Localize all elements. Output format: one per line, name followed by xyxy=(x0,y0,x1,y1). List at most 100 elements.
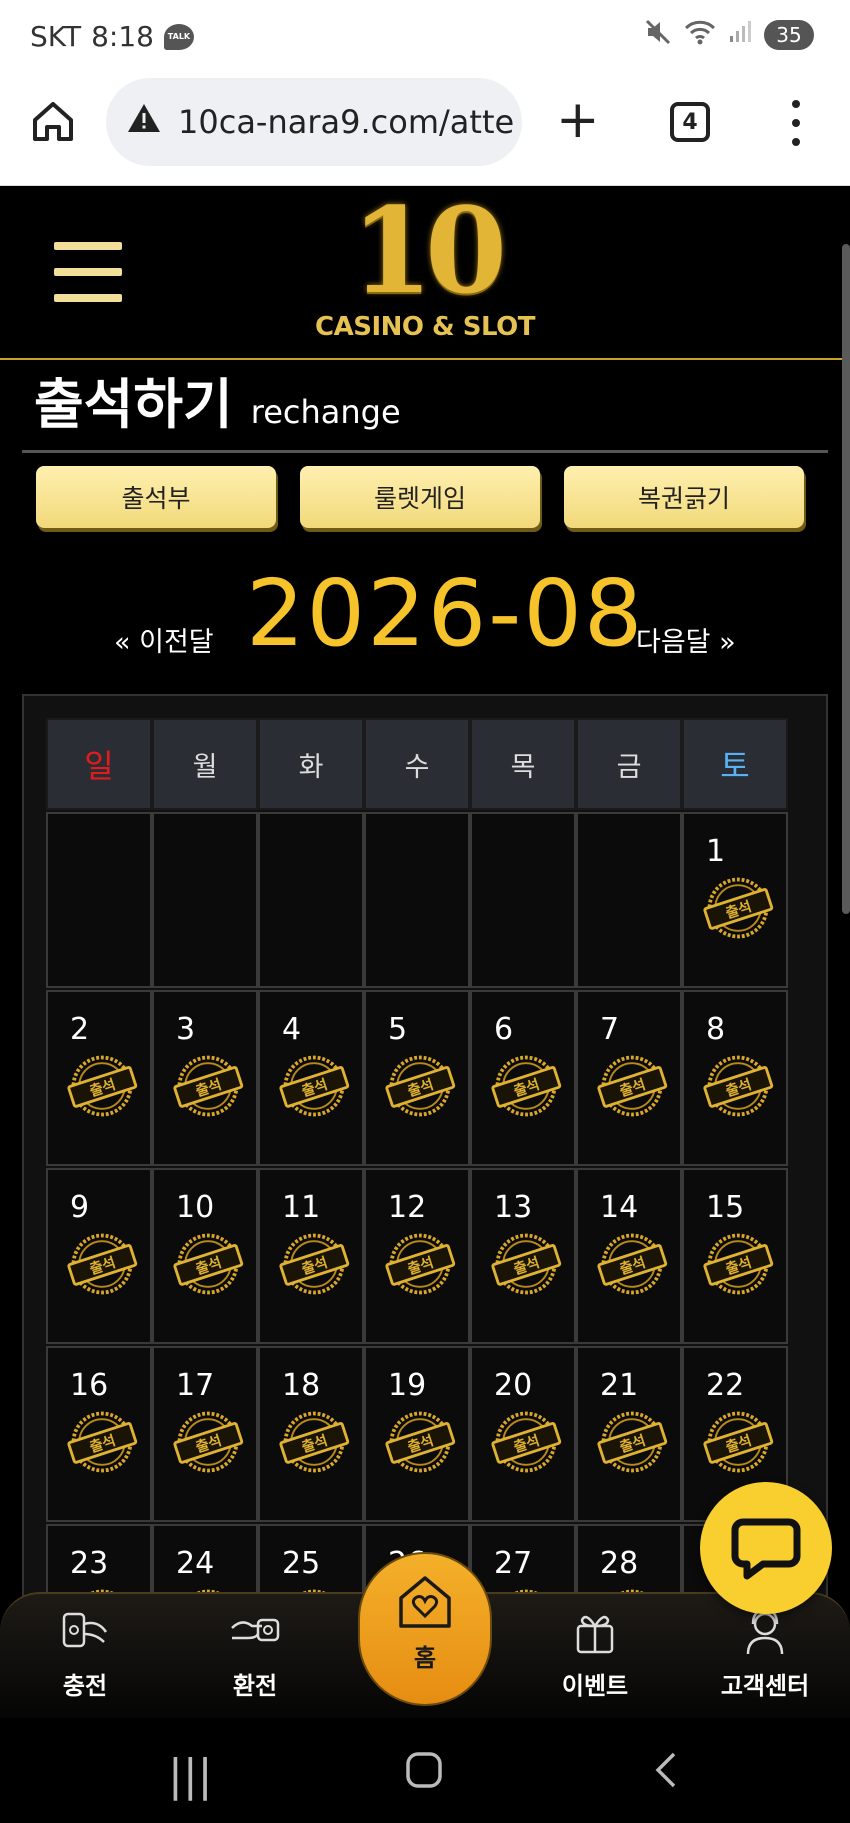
day-number: 11 xyxy=(282,1190,321,1225)
calendar-day: 6 출석 xyxy=(470,990,576,1166)
signal-icon xyxy=(728,20,752,50)
tab-roulette[interactable]: 룰렛게임 xyxy=(300,466,540,528)
day-number: 27 xyxy=(494,1546,533,1581)
nav-event[interactable]: 이벤트 xyxy=(530,1594,660,1720)
day-number: 15 xyxy=(706,1190,745,1225)
clock: 8:18 xyxy=(91,20,154,53)
attendance-stamp-icon: 출석 xyxy=(700,1404,776,1480)
current-month: 2026-08 xyxy=(246,560,645,667)
carrier: SKT xyxy=(30,20,82,53)
calendar-day: 4 출석 xyxy=(258,990,364,1166)
calendar-day: 13 출석 xyxy=(470,1168,576,1344)
day-number: 7 xyxy=(600,1012,620,1047)
nav-support-label: 고객센터 xyxy=(720,1672,810,1700)
calendar-day: 20 출석 xyxy=(470,1346,576,1522)
attendance-stamp-icon: 출석 xyxy=(64,1404,140,1480)
wifi-icon xyxy=(684,19,716,51)
recent-apps-icon[interactable]: ||| xyxy=(168,1750,212,1801)
calendar-day: 17 출석 xyxy=(152,1346,258,1522)
warning-icon[interactable] xyxy=(126,102,162,142)
chat-bubble-icon xyxy=(731,1518,801,1580)
nav-charge[interactable]: 충전 xyxy=(20,1594,150,1720)
page-title-main: 출석하기 xyxy=(34,373,233,436)
site-logo[interactable]: 10 CASINO & SLOT xyxy=(310,192,540,352)
nav-event-label: 이벤트 xyxy=(561,1672,629,1700)
day-number: 4 xyxy=(282,1012,302,1047)
calendar-day: 1 출석 xyxy=(682,812,788,988)
nav-exchange[interactable]: 환전 xyxy=(190,1594,320,1720)
day-number: 16 xyxy=(70,1368,109,1403)
logo-text: CASINO & SLOT xyxy=(315,312,535,342)
day-number: 1 xyxy=(706,834,726,869)
calendar-empty-cell xyxy=(576,812,682,988)
calendar-day: 11 출석 xyxy=(258,1168,364,1344)
attendance-stamp-icon: 출석 xyxy=(170,1226,246,1302)
day-number: 18 xyxy=(282,1368,321,1403)
day-number: 2 xyxy=(70,1012,90,1047)
calendar-day: 12 출석 xyxy=(364,1168,470,1344)
attendance-stamp-icon: 출석 xyxy=(64,1226,140,1302)
url-text[interactable]: 10ca-nara9.com/atte xyxy=(178,103,514,141)
day-number: 12 xyxy=(388,1190,427,1225)
page-title-sub: rechange xyxy=(250,393,401,431)
day-number: 21 xyxy=(600,1368,639,1403)
new-tab-icon[interactable]: + xyxy=(556,94,600,146)
calendar-empty-cell xyxy=(258,812,364,988)
nav-home-label: 홈 xyxy=(413,1644,437,1672)
exchange-icon xyxy=(190,1604,320,1658)
day-number: 8 xyxy=(706,1012,726,1047)
weekday-mon: 월 xyxy=(152,718,258,810)
next-month-link[interactable]: 다음달 » xyxy=(636,620,736,659)
calendar-empty-cell xyxy=(470,812,576,988)
weekday-sun: 일 xyxy=(46,718,152,810)
attendance-stamp-icon: 출석 xyxy=(488,1048,564,1124)
calendar-empty-cell xyxy=(364,812,470,988)
weekday-wed: 수 xyxy=(364,718,470,810)
more-menu-icon[interactable] xyxy=(786,100,806,146)
day-number: 28 xyxy=(600,1546,639,1581)
day-number: 20 xyxy=(494,1368,533,1403)
tab-switcher-button[interactable]: 4 xyxy=(670,102,710,142)
attendance-stamp-icon: 출석 xyxy=(64,1048,140,1124)
back-icon[interactable] xyxy=(650,1750,680,1801)
calendar-empty-cell xyxy=(46,812,152,988)
nav-home[interactable]: 홈 xyxy=(358,1552,492,1706)
attendance-stamp-icon: 출석 xyxy=(382,1404,458,1480)
attendance-stamp-icon: 출석 xyxy=(700,1048,776,1124)
browser-home-icon[interactable] xyxy=(30,98,76,144)
weekday-fri: 금 xyxy=(576,718,682,810)
calendar-week: 16 출석 17 출석 18 출석 19 출석 20 출석 21 출석 22 출석 xyxy=(46,1346,788,1522)
attendance-stamp-icon: 출석 xyxy=(488,1404,564,1480)
chat-button[interactable] xyxy=(700,1482,832,1614)
tab-attendance[interactable]: 출석부 xyxy=(36,466,276,528)
calendar-empty-cell xyxy=(152,812,258,988)
nav-exchange-label: 환전 xyxy=(232,1672,278,1700)
attendance-stamp-icon: 출석 xyxy=(382,1226,458,1302)
attendance-stamp-icon: 출석 xyxy=(170,1404,246,1480)
attendance-stamp-icon: 출석 xyxy=(700,1226,776,1302)
attendance-stamp-icon: 출석 xyxy=(170,1048,246,1124)
day-number: 9 xyxy=(70,1190,90,1225)
calendar-day: 2 출석 xyxy=(46,990,152,1166)
attendance-stamp-icon: 출석 xyxy=(700,870,776,946)
calendar-day: 18 출석 xyxy=(258,1346,364,1522)
day-number: 22 xyxy=(706,1368,745,1403)
prev-month-link[interactable]: « 이전달 xyxy=(114,620,214,659)
nav-charge-label: 충전 xyxy=(62,1672,108,1700)
weekday-tue: 화 xyxy=(258,718,364,810)
system-home-icon[interactable] xyxy=(404,1750,444,1801)
gift-icon xyxy=(530,1604,660,1658)
charge-icon xyxy=(20,1604,150,1658)
month-navigation: « 이전달 2026-08 다음달 » xyxy=(0,560,850,670)
menu-icon[interactable] xyxy=(54,242,122,302)
tab-lottery[interactable]: 복권긁기 xyxy=(564,466,804,528)
day-number: 14 xyxy=(600,1190,639,1225)
attendance-stamp-icon: 출석 xyxy=(276,1226,352,1302)
calendar-day: 7 출석 xyxy=(576,990,682,1166)
calendar-week: 1 출석 xyxy=(46,812,788,988)
home-heart-icon xyxy=(360,1570,490,1634)
day-number: 13 xyxy=(494,1190,533,1225)
day-number: 17 xyxy=(176,1368,215,1403)
address-bar[interactable]: 10ca-nara9.com/atte xyxy=(106,78,522,166)
calendar-day: 14 출석 xyxy=(576,1168,682,1344)
